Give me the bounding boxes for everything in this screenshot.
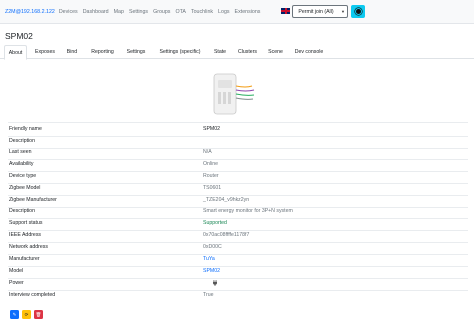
divider bbox=[8, 230, 468, 231]
divider bbox=[8, 171, 468, 172]
label-zigbee-manufacturer: Zigbee Manufacturer bbox=[9, 197, 57, 203]
row-description: Description bbox=[9, 138, 469, 148]
label-network-address: Network address bbox=[9, 244, 48, 250]
label-support-status: Support status bbox=[9, 220, 43, 226]
nav-ota[interactable]: OTA bbox=[175, 9, 186, 15]
value-zigbee-model: TS0601 bbox=[203, 185, 222, 191]
plug-icon bbox=[213, 280, 217, 286]
row-friendly-name: Friendly name SPM02 bbox=[9, 126, 469, 136]
divider bbox=[8, 242, 468, 243]
row-network-address: Network address 0xD00C bbox=[9, 244, 469, 254]
nav-extensions[interactable]: Extensions bbox=[235, 9, 261, 15]
value-manufacturer-link[interactable]: TuYa bbox=[203, 256, 215, 262]
tab-settings[interactable]: Settings bbox=[121, 45, 151, 59]
divider bbox=[8, 218, 468, 219]
row-last-seen: Last seen N/A bbox=[9, 149, 469, 159]
row-interview-completed: Interview completed True bbox=[9, 292, 469, 302]
row-model: Model SPM02 bbox=[9, 268, 469, 278]
row-power: Power bbox=[9, 280, 469, 290]
page-title: SPM02 bbox=[5, 31, 33, 41]
pencil-icon: ✎ bbox=[12, 311, 17, 317]
chevron-down-icon: ▼ bbox=[341, 9, 345, 14]
tab-exposes[interactable]: Exposes bbox=[29, 45, 61, 59]
tab-dev-console[interactable]: Dev console bbox=[289, 45, 329, 59]
tab-clusters[interactable]: Clusters bbox=[233, 45, 262, 59]
row-support-status: Support status Supported bbox=[9, 220, 469, 230]
refresh-icon: ⟳ bbox=[24, 311, 29, 317]
divider bbox=[8, 122, 468, 123]
label-last-seen: Last seen bbox=[9, 149, 32, 155]
device-tabs: About Exposes Bind Reporting Settings Se… bbox=[0, 45, 474, 60]
label-friendly-name: Friendly name bbox=[9, 126, 42, 132]
trash-icon: 🗑 bbox=[35, 311, 42, 317]
value-model-link[interactable]: SPM02 bbox=[203, 268, 220, 274]
row-availability: Availability Online bbox=[9, 161, 469, 171]
value-availability: Online bbox=[203, 161, 218, 167]
value-model-description: Smart energy monitor for 3P+N system bbox=[203, 208, 293, 214]
permit-join-button[interactable]: Permit join (All) bbox=[292, 5, 340, 18]
tab-about[interactable]: About bbox=[4, 45, 27, 60]
top-navbar: Z2M@192.168.2.122 Devices Dashboard Map … bbox=[0, 0, 474, 24]
value-friendly-name[interactable]: SPM02 bbox=[203, 126, 220, 132]
label-ieee-address: IEEE Address bbox=[9, 232, 42, 238]
value-support-status[interactable]: Supported bbox=[203, 220, 227, 226]
sun-icon bbox=[355, 9, 361, 14]
label-description: Description bbox=[9, 138, 35, 144]
nav-logs[interactable]: Logs bbox=[218, 9, 230, 15]
tab-bind[interactable]: Bind bbox=[61, 45, 83, 59]
row-model-description: Description Smart energy monitor for 3P+… bbox=[9, 208, 469, 218]
row-device-type: Device type Router bbox=[9, 173, 469, 183]
nav-settings[interactable]: Settings bbox=[129, 9, 148, 15]
label-interview-completed: Interview completed bbox=[9, 292, 56, 298]
row-manufacturer: Manufacturer TuYa bbox=[9, 256, 469, 266]
value-ieee-address: 0x70ac08ffffe1178f7 bbox=[203, 232, 250, 238]
value-interview-completed: True bbox=[203, 292, 214, 298]
theme-toggle-button[interactable] bbox=[351, 5, 365, 18]
device-image bbox=[213, 73, 255, 115]
nav-map[interactable]: Map bbox=[114, 9, 124, 15]
nav-touchlink[interactable]: Touchlink bbox=[191, 9, 213, 15]
label-model: Model bbox=[9, 268, 24, 274]
divider bbox=[8, 254, 468, 255]
delete-button[interactable]: 🗑 bbox=[34, 310, 43, 319]
label-device-type: Device type bbox=[9, 173, 37, 179]
nav-groups[interactable]: Groups bbox=[153, 9, 170, 15]
divider bbox=[8, 159, 468, 160]
divider bbox=[8, 290, 468, 291]
divider bbox=[8, 266, 468, 267]
permit-join-dropdown-toggle[interactable]: ▼ bbox=[339, 5, 348, 18]
row-zigbee-manufacturer: Zigbee Manufacturer _TZE204_v9hkz2yn bbox=[9, 197, 469, 207]
divider bbox=[8, 136, 468, 137]
label-power: Power bbox=[9, 280, 24, 286]
value-network-address: 0xD00C bbox=[203, 244, 222, 250]
tab-state[interactable]: State bbox=[209, 45, 231, 59]
value-last-seen: N/A bbox=[203, 149, 212, 155]
label-model-description: Description bbox=[9, 208, 35, 214]
reconfigure-button[interactable]: ⟳ bbox=[22, 310, 31, 319]
brand-link[interactable]: Z2M@192.168.2.122 bbox=[5, 9, 55, 15]
value-device-type: Router bbox=[203, 173, 219, 179]
row-zigbee-model: Zigbee Model TS0601 bbox=[9, 185, 469, 195]
value-zigbee-manufacturer: _TZE204_v9hkz2yn bbox=[203, 197, 250, 203]
tab-scene[interactable]: Scene bbox=[264, 45, 287, 59]
label-manufacturer: Manufacturer bbox=[9, 256, 40, 262]
label-availability: Availability bbox=[9, 161, 34, 167]
row-ieee-address: IEEE Address 0x70ac08ffffe1178f7 bbox=[9, 232, 469, 242]
nav-dashboard[interactable]: Dashboard bbox=[83, 9, 109, 15]
divider bbox=[8, 183, 468, 184]
tab-reporting[interactable]: Reporting bbox=[85, 45, 120, 59]
edit-button[interactable]: ✎ bbox=[10, 310, 19, 319]
tab-settings-specific[interactable]: Settings (specific) bbox=[152, 45, 208, 59]
divider bbox=[8, 195, 468, 196]
divider bbox=[8, 278, 468, 279]
nav-devices[interactable]: Devices bbox=[59, 9, 78, 15]
language-flag-icon[interactable] bbox=[281, 8, 290, 14]
label-zigbee-model: Zigbee Model bbox=[9, 185, 41, 191]
